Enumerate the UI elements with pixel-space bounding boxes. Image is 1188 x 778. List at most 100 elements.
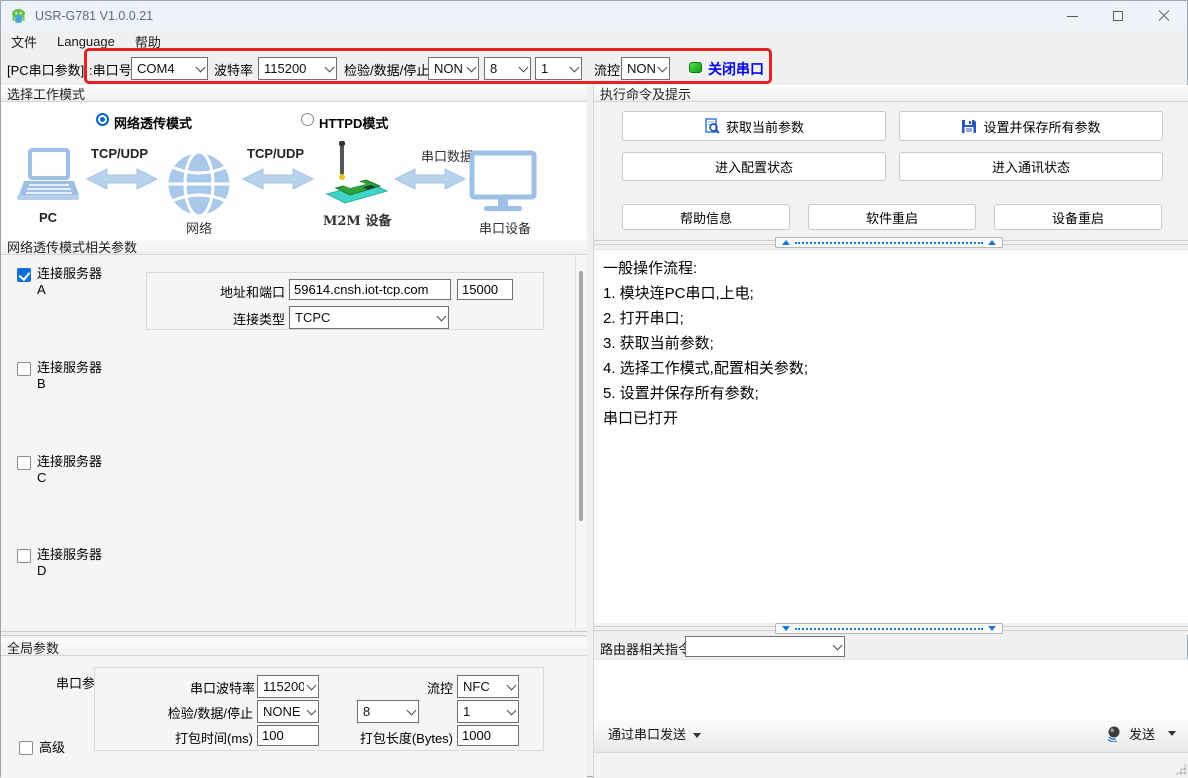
chevron-down-icon	[322, 67, 336, 71]
server-b-label: 连接服务器	[37, 360, 102, 376]
pc-laptop-icon	[17, 148, 79, 206]
enter-config-button[interactable]: 进入配置状态	[622, 152, 886, 181]
advanced-label[interactable]: 高级	[39, 740, 65, 756]
servers-scrollbar[interactable]	[575, 255, 585, 628]
enter-config-label: 进入配置状态	[715, 157, 793, 176]
link1-label: TCP/UDP	[91, 146, 148, 161]
close-button[interactable]	[1141, 1, 1187, 31]
pack-time-input[interactable]	[257, 725, 319, 746]
baud-select[interactable]: 115200	[258, 57, 337, 80]
scrollbar-thumb[interactable]	[579, 271, 583, 521]
send-label: 发送	[1129, 724, 1155, 743]
radio-httpd-label[interactable]: HTTPD模式	[319, 113, 388, 132]
pack-len-label: 打包长度(Bytes)	[325, 728, 453, 747]
chevron-down-icon	[304, 710, 318, 714]
enter-comm-button[interactable]: 进入通讯状态	[899, 152, 1163, 181]
device-restart-button[interactable]: 设备重启	[994, 204, 1162, 230]
network-globe-icon	[164, 149, 234, 219]
g-parity-select[interactable]: NONE	[257, 700, 319, 723]
server-b-checkbox[interactable]	[17, 362, 31, 376]
chevron-down-icon	[516, 67, 530, 71]
minimize-icon	[1067, 16, 1078, 17]
g-stopbits-value: 1	[458, 704, 504, 719]
send-textarea[interactable]	[594, 659, 1188, 715]
pack-time-label: 打包时间(ms)	[153, 728, 253, 747]
menu-file[interactable]: 文件	[1, 31, 47, 52]
minimize-button[interactable]	[1049, 1, 1095, 31]
g-flow-select[interactable]: NFC	[457, 675, 519, 698]
right-panel: 执行命令及提示 获取当前参数 设置并保存所有参数 进入配置状态 进入通	[593, 85, 1188, 778]
log-textarea[interactable]: 一般操作流程: 1. 模块连PC串口,上电; 2. 打开串口; 3. 获取当前参…	[594, 249, 1188, 623]
g-baud-label: 串口波特率	[155, 678, 255, 697]
maximize-button[interactable]	[1095, 1, 1141, 31]
collapse-down-handle[interactable]	[775, 623, 1003, 634]
link2-label: TCP/UDP	[247, 146, 304, 161]
server-c-checkbox[interactable]	[17, 456, 31, 470]
arrow-left-right-icon	[85, 166, 159, 192]
g-parity-value: NONE	[258, 704, 304, 719]
close-serial-button[interactable]: 关闭串口	[708, 59, 764, 79]
server-b-suffix: B	[37, 376, 46, 392]
collapse-up-handle[interactable]	[775, 237, 1003, 248]
server-d-checkbox[interactable]	[17, 549, 31, 563]
log-splitter-bottom[interactable]	[594, 623, 1188, 635]
advanced-checkbox[interactable]	[19, 741, 33, 755]
g-stopbits-select[interactable]: 1	[457, 700, 519, 723]
app-window: USR-G781 V1.0.0.21 文件 Language 帮助 [PC串口参…	[0, 0, 1188, 777]
databits-select[interactable]: 8	[484, 57, 531, 80]
global-params-header: 全局参数	[1, 638, 587, 656]
log-line: 4. 选择工作模式,配置相关参数;	[594, 356, 1188, 381]
link3-label: 串口数据	[421, 146, 473, 165]
parity-select[interactable]: NONI	[428, 57, 479, 80]
server-a-checkbox[interactable]	[17, 268, 31, 282]
serial-open-led-icon	[689, 62, 702, 73]
soft-restart-button[interactable]: 软件重启	[808, 204, 976, 230]
status-bar	[594, 752, 1188, 778]
stopbits-value: 1	[536, 61, 567, 76]
save-params-button[interactable]: 设置并保存所有参数	[899, 111, 1163, 141]
serial-device-label: 串口设备	[479, 218, 531, 237]
g-databits-select[interactable]: 8	[357, 700, 419, 723]
send-via-serial-button[interactable]: 通过串口发送	[608, 724, 701, 743]
left-horizontal-splitter[interactable]	[1, 628, 587, 638]
pc-serial-group-label: [PC串口参数]	[7, 60, 84, 79]
resize-grip[interactable]	[1175, 763, 1187, 775]
radio-net-transparent-label[interactable]: 网络透传模式	[114, 113, 192, 132]
router-command-select[interactable]	[685, 636, 845, 657]
arrow-left-right-icon	[241, 166, 315, 192]
enter-comm-label: 进入通讯状态	[992, 157, 1070, 176]
g-baud-select[interactable]: 115200	[257, 675, 319, 698]
server-a-type-select[interactable]: TCPC	[289, 306, 449, 329]
server-a-port-input[interactable]	[457, 279, 513, 300]
router-command-label: 路由器相关指令	[600, 639, 691, 658]
m2m-device-icon	[319, 140, 393, 212]
send-via-serial-label: 通过串口发送	[608, 727, 686, 742]
net-params-header: 网络透传模式相关参数	[1, 237, 587, 255]
server-a-label: 连接服务器	[37, 266, 102, 282]
help-button[interactable]: 帮助信息	[622, 204, 790, 230]
server-a-type-value: TCPC	[290, 310, 434, 325]
pc-label: PC	[39, 210, 57, 225]
radio-net-transparent[interactable]	[96, 113, 109, 126]
conn-type-label: 连接类型	[221, 309, 285, 328]
title-bar[interactable]: USR-G781 V1.0.0.21	[1, 1, 1187, 31]
addr-port-label: 地址和端口	[205, 282, 285, 301]
pack-len-input[interactable]	[457, 725, 519, 746]
get-params-button[interactable]: 获取当前参数	[622, 111, 886, 141]
server-a-address-input[interactable]	[289, 279, 451, 300]
menu-language[interactable]: Language	[47, 33, 125, 50]
radio-httpd[interactable]	[301, 113, 314, 126]
menu-help[interactable]: 帮助	[125, 31, 171, 52]
help-label: 帮助信息	[680, 208, 732, 227]
chevron-down-icon	[404, 710, 418, 714]
flow-label: 流控	[594, 60, 620, 79]
stopbits-select[interactable]: 1	[535, 57, 582, 80]
soft-restart-label: 软件重启	[866, 208, 918, 227]
log-splitter-top[interactable]	[594, 237, 1188, 249]
global-params-panel: 串口参数 串口波特率 115200 流控 NFC 检验/数据/停止 NONE 8…	[1, 656, 587, 778]
save-floppy-icon	[961, 118, 977, 134]
send-button[interactable]: 发送	[1106, 724, 1176, 743]
flow-select[interactable]: NONE	[621, 57, 670, 80]
com-port-select[interactable]: COM4	[131, 57, 208, 80]
chevron-down-icon	[434, 316, 448, 320]
